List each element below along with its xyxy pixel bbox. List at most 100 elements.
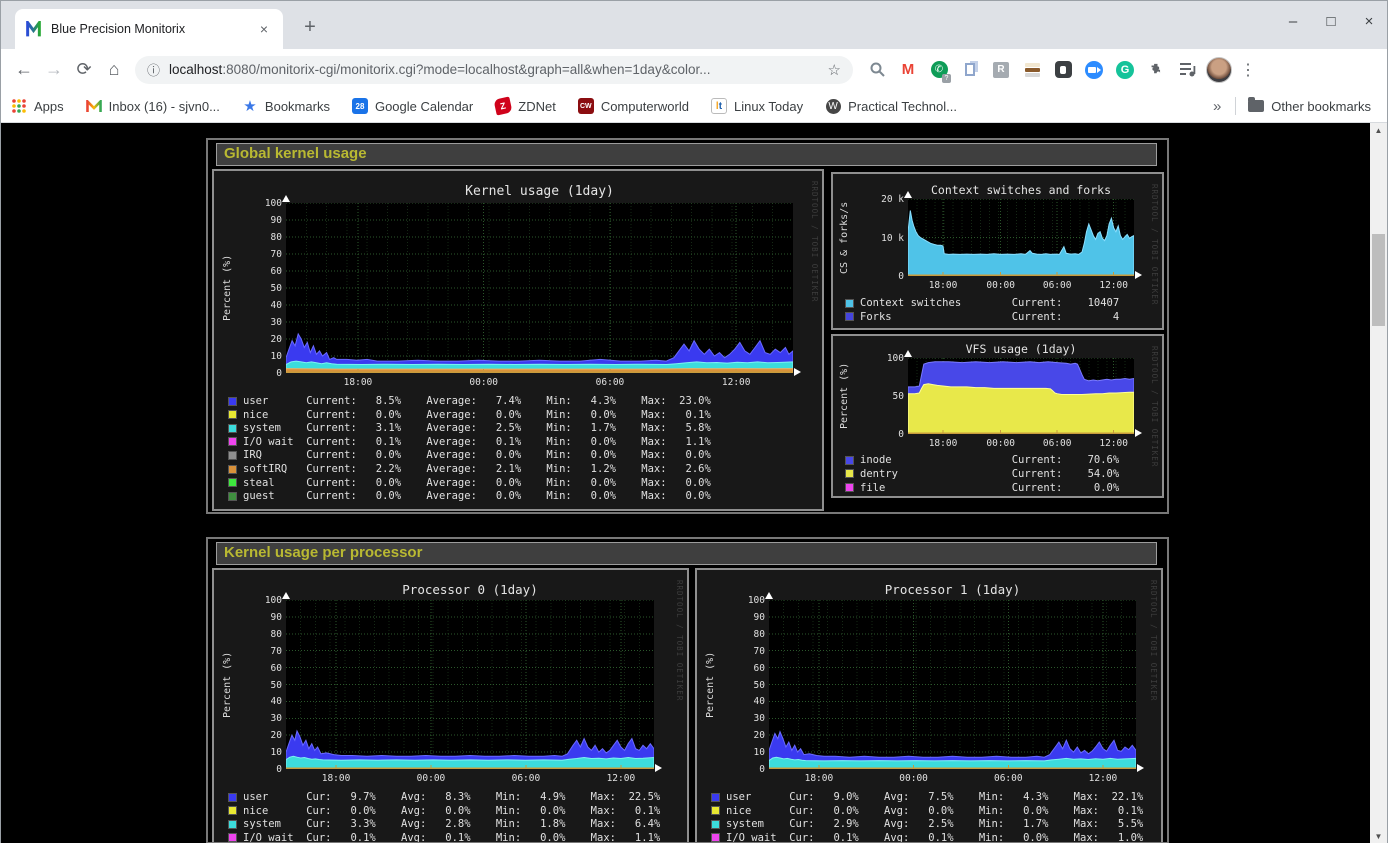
tab-close-icon[interactable]: × xyxy=(255,21,273,37)
bookmark-linux-today[interactable]: lt Linux Today xyxy=(711,98,803,114)
bookmarks-overflow-chevron[interactable]: » xyxy=(1213,98,1221,115)
y-tick-label: 0 xyxy=(246,368,282,379)
y-tick-label: 30 xyxy=(246,317,282,328)
playlist-icon[interactable] xyxy=(1175,58,1199,82)
y-tick-label: 40 xyxy=(246,696,282,707)
bookmark-label: Computerworld xyxy=(601,99,689,114)
scroll-down-icon[interactable]: ▼ xyxy=(1370,829,1387,843)
linux-today-icon: lt xyxy=(711,98,727,114)
y-tick-label: 40 xyxy=(246,300,282,311)
kernel-graph-panel[interactable]: Kernel usage (1day)RRDTOOL / TOBI OETIKE… xyxy=(212,169,824,511)
y-tick-label: 80 xyxy=(729,629,765,640)
back-icon[interactable]: ← xyxy=(9,59,39,80)
y-axis-arrow-icon xyxy=(282,195,290,202)
scrollbar[interactable]: ▲ ▼ xyxy=(1370,123,1387,843)
browser-menu-icon[interactable]: ⋮ xyxy=(1239,60,1257,80)
maximize-button[interactable]: □ xyxy=(1323,13,1339,30)
legend-text: softIRQ Current: 2.2% Average: 2.1% Min:… xyxy=(243,463,711,475)
apps-shortcut[interactable]: Apps xyxy=(11,98,64,114)
bookmark-google-calendar[interactable]: 28 Google Calendar xyxy=(352,98,473,114)
y-tick-label: 60 xyxy=(246,663,282,674)
forward-icon[interactable]: → xyxy=(39,59,69,80)
x-tick-label: 00:00 xyxy=(892,773,936,784)
x-tick-label: 00:00 xyxy=(979,280,1023,291)
x-axis-arrow-icon xyxy=(1137,764,1144,772)
legend-text: user Cur: 9.7% Avg: 8.3% Min: 4.9% Max: … xyxy=(243,791,660,803)
voice-icon[interactable]: ✆? xyxy=(927,58,951,82)
gmail-icon[interactable]: M xyxy=(896,58,920,82)
proc0-graph-panel[interactable]: Processor 0 (1day)RRDTOOL / TOBI OETIKER… xyxy=(212,568,689,843)
y-tick-label: 50 xyxy=(868,391,904,402)
computerworld-icon: CW xyxy=(578,98,594,114)
y-tick-label: 10 xyxy=(246,747,282,758)
url-bar[interactable]: ⓘ localhost:8080/monitorix-cgi/monitorix… xyxy=(135,56,853,84)
section-kernel-usage-per-processor: Kernel usage per processor Processor 0 (… xyxy=(206,537,1169,843)
y-tick-label: 80 xyxy=(246,629,282,640)
bookmark-practical-tech[interactable]: W Practical Technol... xyxy=(825,98,957,114)
x-axis-arrow-icon xyxy=(1135,271,1142,279)
legend-color-swatch xyxy=(228,833,237,842)
graph-title: Processor 0 (1day) xyxy=(286,582,654,597)
bookmark-star-icon[interactable]: ☆ xyxy=(828,61,841,79)
books-icon[interactable] xyxy=(1020,58,1044,82)
widget-icon[interactable] xyxy=(1051,58,1075,82)
x-tick-label: 06:00 xyxy=(1035,280,1079,291)
plot-area xyxy=(769,600,1136,769)
other-bookmarks-button[interactable]: Other bookmarks xyxy=(1248,99,1371,114)
browser-window: { "browser": { "tab_title": "Blue Precis… xyxy=(0,0,1388,843)
legend-row: inode Current: 70.6% xyxy=(845,454,1119,466)
context-graph-panel[interactable]: Context switches and forks (1day)RRDTOOL… xyxy=(831,172,1164,330)
browser-tab[interactable]: Blue Precision Monitorix × xyxy=(15,9,283,49)
legend-text: dentry Current: 54.0% xyxy=(860,468,1119,480)
bookmark-zdnet[interactable]: Z ZDNet xyxy=(495,98,556,114)
y-tick-label: 90 xyxy=(246,612,282,623)
legend-color-swatch xyxy=(228,465,237,474)
wordpress-icon: W xyxy=(825,98,841,114)
close-button[interactable]: × xyxy=(1361,13,1377,30)
y-tick-label: 30 xyxy=(729,713,765,724)
bookmarks-divider xyxy=(1235,97,1236,115)
scrollbar-thumb[interactable] xyxy=(1372,234,1385,326)
y-tick-label: 10 xyxy=(729,747,765,758)
folder-icon xyxy=(1248,100,1264,112)
profile-avatar[interactable] xyxy=(1206,57,1232,83)
scroll-up-icon[interactable]: ▲ xyxy=(1370,123,1387,138)
tab-title: Blue Precision Monitorix xyxy=(51,22,255,36)
bookmark-gmail-inbox[interactable]: Inbox (16) - sjvn0... xyxy=(86,98,220,114)
plot-area xyxy=(286,600,654,769)
x-tick-label: 12:00 xyxy=(1081,773,1125,784)
other-bookmarks-label: Other bookmarks xyxy=(1271,99,1371,114)
proc1-graph-panel[interactable]: Processor 1 (1day)RRDTOOL / TOBI OETIKER… xyxy=(695,568,1163,843)
legend-row: nice Cur: 0.0% Avg: 0.0% Min: 0.0% Max: … xyxy=(228,805,660,817)
grammarly-icon[interactable]: G xyxy=(1113,58,1137,82)
bookmark-bookmarks[interactable]: ★ Bookmarks xyxy=(242,98,330,114)
search-icon[interactable] xyxy=(865,58,889,82)
puzzle-icon[interactable] xyxy=(1144,58,1168,82)
legend-text: system Cur: 2.9% Avg: 2.5% Min: 1.7% Max… xyxy=(726,818,1143,830)
legend-text: nice Cur: 0.0% Avg: 0.0% Min: 0.0% Max: … xyxy=(726,805,1143,817)
bookmark-computerworld[interactable]: CW Computerworld xyxy=(578,98,689,114)
copy-icon[interactable] xyxy=(958,58,982,82)
legend-text: nice Current: 0.0% Average: 0.0% Min: 0.… xyxy=(243,409,711,421)
x-tick-label: 12:00 xyxy=(1092,438,1136,449)
legend-text: nice Cur: 0.0% Avg: 0.0% Min: 0.0% Max: … xyxy=(243,805,660,817)
vfs-graph-panel[interactable]: VFS usage (1day)RRDTOOL / TOBI OETIKERPe… xyxy=(831,334,1164,498)
page-info-icon[interactable]: ⓘ xyxy=(147,60,160,79)
monitorix-favicon xyxy=(25,21,42,38)
extension-icons: M ✆? R G ⋮ xyxy=(865,57,1257,83)
x-tick-label: 18:00 xyxy=(336,377,380,388)
blue-star-icon: ★ xyxy=(242,98,258,114)
legend-row: nice Current: 0.0% Average: 0.0% Min: 0.… xyxy=(228,409,711,421)
new-tab-button[interactable]: + xyxy=(297,15,323,41)
zdnet-icon: Z xyxy=(495,98,511,114)
home-icon[interactable]: ⌂ xyxy=(99,59,129,80)
legend-color-swatch xyxy=(228,793,237,802)
url-text[interactable]: localhost:8080/monitorix-cgi/monitorix.c… xyxy=(169,62,820,77)
r-icon[interactable]: R xyxy=(989,58,1013,82)
y-tick-label: 100 xyxy=(246,198,282,209)
zoom-icon[interactable] xyxy=(1082,58,1106,82)
reload-icon[interactable]: ⟳ xyxy=(69,59,99,80)
minimize-button[interactable]: – xyxy=(1285,13,1301,30)
x-tick-label: 00:00 xyxy=(979,438,1023,449)
legend-color-swatch xyxy=(228,451,237,460)
